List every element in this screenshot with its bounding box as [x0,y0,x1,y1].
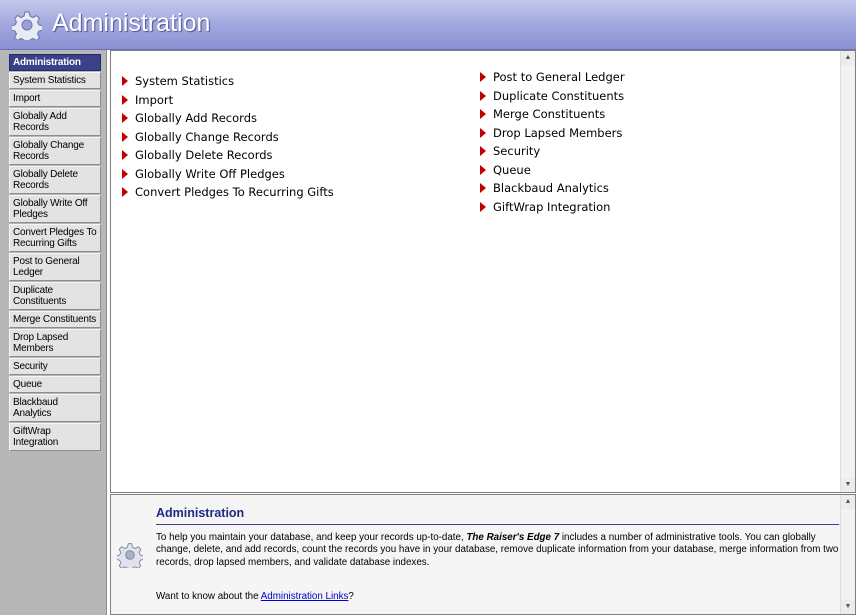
arrow-right-icon [480,109,486,120]
arrow-right-icon [480,90,486,101]
link-label: Blackbaud Analytics [493,181,609,196]
link-globally-write-off-pledges[interactable]: Globally Write Off Pledges [122,165,334,184]
arrow-right-icon [480,72,486,83]
page-title: Administration [52,9,211,37]
title-bar: Administration [0,0,856,50]
arrow-right-icon [480,146,486,157]
sidebar-item-drop-lapsed-members[interactable]: Drop Lapsed Members [9,329,101,357]
help-divider [156,524,839,525]
link-post-to-general-ledger[interactable]: Post to General Ledger [480,68,625,87]
link-queue[interactable]: Queue [480,161,625,180]
link-label: System Statistics [135,74,235,89]
scroll-up-icon[interactable]: ▲ [841,495,855,509]
link-label: Drop Lapsed Members [493,125,623,140]
link-giftwrap-integration[interactable]: GiftWrap Integration [480,198,625,217]
scroll-down-icon[interactable]: ▼ [841,478,855,492]
arrow-right-icon [480,183,486,194]
link-label: Merge Constituents [493,107,606,122]
sidebar-item-globally-delete-records[interactable]: Globally Delete Records [9,166,101,194]
arrow-right-icon [122,113,128,124]
arrow-right-icon [480,201,486,212]
sidebar-item-globally-add-records[interactable]: Globally Add Records [9,108,101,136]
link-label: Post to General Ledger [493,70,625,85]
link-label: Globally Change Records [135,129,279,144]
link-list-right: Post to General Ledger Duplicate Constit… [480,68,625,216]
arrow-right-icon [480,127,486,138]
arrow-right-icon [122,150,128,161]
help-link-suffix: ? [348,591,354,602]
arrow-right-icon [122,131,128,142]
link-label: Convert Pledges To Recurring Gifts [135,185,334,200]
help-description: To help you maintain your database, and … [156,532,841,569]
help-title: Administration [156,506,245,520]
link-label: Queue [493,162,531,177]
link-merge-constituents[interactable]: Merge Constituents [480,105,625,124]
arrow-right-icon [122,168,128,179]
sidebar-item-security[interactable]: Security [9,358,101,375]
link-label: Duplicate Constituents [493,88,625,103]
administration-links-link[interactable]: Administration Links [261,591,349,602]
arrow-right-icon [122,187,128,198]
arrow-right-icon [122,94,128,105]
sidebar: Administration System Statistics Import … [0,50,107,615]
link-label: Globally Write Off Pledges [135,166,285,181]
gear-icon [117,543,143,568]
help-body-text: To help you maintain your database, and … [156,532,467,543]
sidebar-item-globally-change-records[interactable]: Globally Change Records [9,137,101,165]
link-globally-delete-records[interactable]: Globally Delete Records [122,146,334,165]
sidebar-item-administration[interactable]: Administration [9,54,101,71]
link-system-statistics[interactable]: System Statistics [122,72,334,91]
help-link-line: Want to know about the Administration Li… [156,591,354,602]
main-scrollbar[interactable]: ▲ ▼ [840,51,855,492]
sidebar-item-queue[interactable]: Queue [9,376,101,393]
sidebar-item-merge-constituents[interactable]: Merge Constituents [9,311,101,328]
link-security[interactable]: Security [480,142,625,161]
link-label: Globally Add Records [135,111,257,126]
product-name: The Raiser's Edge 7 [466,532,560,543]
link-label: GiftWrap Integration [493,199,611,214]
help-link-prefix: Want to know about the [156,591,261,602]
link-drop-lapsed-members[interactable]: Drop Lapsed Members [480,124,625,143]
link-blackbaud-analytics[interactable]: Blackbaud Analytics [480,179,625,198]
sidebar-item-duplicate-constituents[interactable]: Duplicate Constituents [9,282,101,310]
sidebar-item-post-to-general-ledger[interactable]: Post to General Ledger [9,253,101,281]
sidebar-item-blackbaud-analytics[interactable]: Blackbaud Analytics [9,394,101,422]
link-globally-add-records[interactable]: Globally Add Records [122,109,334,128]
link-list-left: System Statistics Import Globally Add Re… [122,72,334,202]
arrow-right-icon [480,164,486,175]
link-import[interactable]: Import [122,91,334,110]
sidebar-item-import[interactable]: Import [9,90,101,107]
scroll-down-icon[interactable]: ▼ [841,600,855,614]
scroll-up-icon[interactable]: ▲ [841,51,855,65]
sidebar-item-giftwrap-integration[interactable]: GiftWrap Integration [9,423,101,451]
link-duplicate-constituents[interactable]: Duplicate Constituents [480,87,625,106]
sidebar-item-convert-pledges[interactable]: Convert Pledges To Recurring Gifts [9,224,101,252]
gear-icon [12,11,42,40]
help-scrollbar[interactable]: ▲ ▼ [840,495,855,614]
help-panel: Administration To help you maintain your… [110,494,856,615]
link-label: Security [493,144,541,159]
sidebar-item-system-statistics[interactable]: System Statistics [9,72,101,89]
sidebar-item-globally-write-off-pledges[interactable]: Globally Write Off Pledges [9,195,101,223]
link-convert-pledges[interactable]: Convert Pledges To Recurring Gifts [122,183,334,202]
main-content: System Statistics Import Globally Add Re… [110,50,856,493]
arrow-right-icon [122,76,128,87]
link-label: Import [135,92,174,107]
link-label: Globally Delete Records [135,148,273,163]
link-globally-change-records[interactable]: Globally Change Records [122,128,334,147]
